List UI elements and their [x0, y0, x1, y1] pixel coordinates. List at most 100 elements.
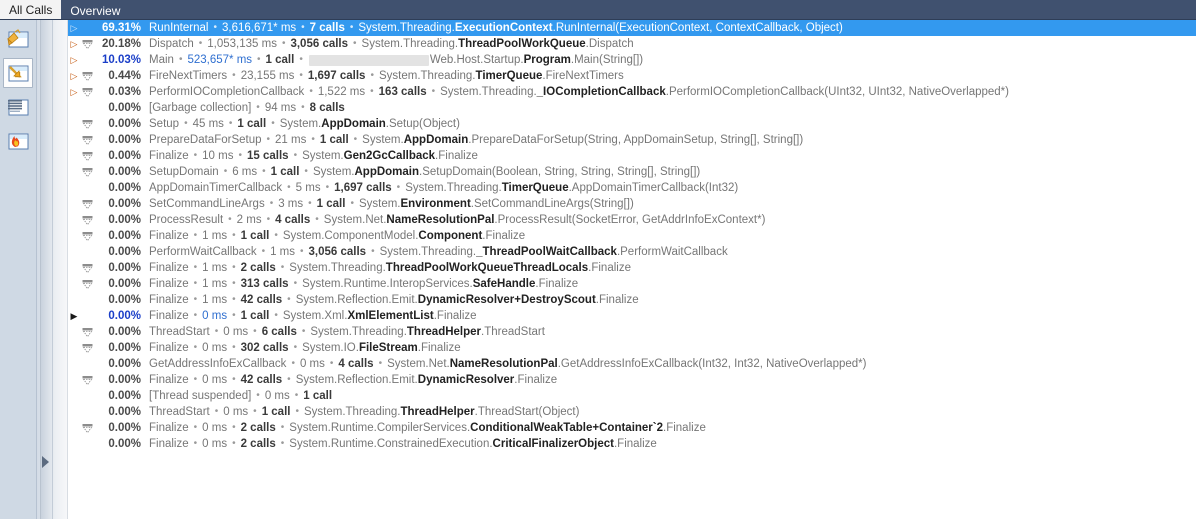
row-signature-member: .PerformWaitCallback — [616, 246, 728, 258]
row-duration: 2 ms — [236, 214, 262, 226]
call-list-row[interactable]: 0.00% PerformWaitCallback • 1 ms • 3,056 call… — [68, 244, 1196, 260]
separator-dot: • — [214, 406, 219, 417]
filter-funnel-icon[interactable] — [80, 343, 95, 354]
call-list-row[interactable]: 0.00% ThreadStart • 0 ms • 1 call • System.Thre… — [68, 404, 1196, 420]
separator-dot: • — [256, 390, 260, 401]
rail-button-flat-list[interactable] — [3, 92, 33, 122]
call-list-row[interactable]: 0.00% Finalize • 0 ms • 2 calls • System.Runtim… — [68, 420, 1196, 436]
row-call-count: 1 call — [270, 166, 300, 178]
row-signature-member: .Finalize — [433, 310, 477, 322]
row-details: AppDomainTimerCallback • 5 ms • 1,697 calls •… — [149, 180, 738, 196]
call-list-row[interactable]: 0.00% Finalize • 0 ms • 302 calls • System.IO. F… — [68, 340, 1196, 356]
call-list-row[interactable]: 0.00% Finalize • 1 ms • 2 calls • System.Thread… — [68, 260, 1196, 276]
call-list-row[interactable]: ▷ 0.44% FireNextTimers • 23,155 ms • 1,697 cal… — [68, 68, 1196, 84]
pane-splitter[interactable] — [40, 20, 91, 519]
row-signature-type: Gen2GcCallback — [343, 150, 436, 162]
call-list-row[interactable]: 0.00% ProcessResult • 2 ms • 4 calls • System.N… — [68, 212, 1196, 228]
expand-triangle-icon[interactable]: ▷ — [68, 84, 80, 100]
rail-button-callers-callees[interactable] — [3, 58, 33, 88]
filter-funnel-icon[interactable] — [80, 87, 95, 98]
expand-triangle-icon[interactable]: ▷ — [68, 20, 80, 36]
row-function-name: Finalize — [149, 262, 189, 274]
row-details: Finalize • 1 ms • 42 calls • System.Reflection… — [149, 292, 639, 308]
filter-funnel-icon[interactable] — [80, 231, 95, 242]
call-list-row[interactable]: ▷ 0.03% PerformIOCompletionCallback • 1,522 … — [68, 84, 1196, 100]
tab-strip: All Calls Overview — [0, 0, 1196, 20]
expand-triangle-icon[interactable]: ▷ — [68, 36, 80, 52]
call-list-row[interactable]: 0.00% Finalize • 1 ms • 42 calls • System.Refle… — [68, 292, 1196, 308]
filter-funnel-icon[interactable] — [80, 71, 95, 82]
call-list-row[interactable]: 0.00% [Thread suspended] • 0 ms • 1 call — [68, 388, 1196, 404]
call-list-row[interactable]: 0.00% Finalize • 1 ms • 313 calls • System.Runt… — [68, 276, 1196, 292]
call-list-row[interactable]: ▶ 0.00% Finalize • 0 ms • 1 call • System.Xml. Xm… — [68, 308, 1196, 324]
row-percent: 0.00% — [108, 438, 141, 450]
separator-dot: • — [300, 246, 304, 257]
call-list-row[interactable]: 0.00% SetCommandLineArgs • 3 ms • 1 call • Syst… — [68, 196, 1196, 212]
row-signature-type: AppDomain — [403, 134, 469, 146]
row-call-count: 313 calls — [240, 278, 289, 290]
call-list-row[interactable]: 0.00% Finalize • 0 ms • 2 calls • System.Runtim… — [68, 436, 1196, 452]
call-list-row[interactable]: 0.00% AppDomainTimerCallback • 5 ms • 1,697 c… — [68, 180, 1196, 196]
row-call-count: 1 call — [237, 118, 267, 130]
row-signature-type: TimerQueue — [501, 182, 569, 194]
expand-triangle-icon[interactable]: ▷ — [68, 68, 80, 84]
call-list[interactable]: ▷ 69.31% RunInternal • 3,616,671* ms • 7 calls… — [68, 20, 1196, 519]
row-function-name: Setup — [149, 118, 180, 130]
separator-dot: • — [184, 118, 188, 129]
call-list-row[interactable]: 0.00% PrepareDataForSetup • 21 ms • 1 call • Sy… — [68, 132, 1196, 148]
expand-triangle-icon[interactable]: ▷ — [68, 52, 80, 68]
row-percent: 0.00% — [108, 374, 141, 386]
separator-dot: • — [309, 86, 313, 97]
expand-pane-arrow-icon[interactable] — [42, 456, 49, 468]
filter-funnel-icon[interactable] — [80, 167, 95, 178]
separator-dot: • — [370, 86, 374, 97]
separator-dot: • — [266, 134, 271, 145]
filter-funnel-icon[interactable] — [80, 199, 95, 210]
separator-dot: • — [193, 342, 198, 353]
tab-all-calls[interactable]: All Calls — [0, 0, 62, 20]
separator-dot: • — [228, 118, 233, 129]
row-signature-member: .Finalize — [588, 262, 631, 274]
call-list-row[interactable]: ▷ 10.03% Main • 523,657* ms • 1 call • Web.Host.… — [68, 52, 1196, 68]
call-list-row[interactable]: 0.00% Finalize • 1 ms • 1 call • System.Compone… — [68, 228, 1196, 244]
call-list-row[interactable]: ▷ 69.31% RunInternal • 3,616,671* ms • 7 calls… — [68, 20, 1196, 36]
filter-funnel-icon[interactable] — [80, 135, 95, 146]
separator-dot: • — [198, 38, 203, 49]
row-signature-type: Environment — [400, 198, 471, 210]
rail-button-call-tree[interactable] — [3, 24, 33, 54]
row-percent: 0.00% — [108, 166, 141, 178]
separator-dot: • — [266, 214, 271, 225]
filter-funnel-icon[interactable] — [80, 215, 95, 226]
call-list-row[interactable]: ▷ 20.18% Dispatch • 1,053,135 ms • 3,056 calls… — [68, 36, 1196, 52]
call-list-row[interactable]: 0.00% Finalize • 10 ms • 15 calls • System. Gen2… — [68, 148, 1196, 164]
filter-funnel-icon[interactable] — [80, 279, 95, 290]
row-call-count: 1 call — [265, 54, 295, 66]
filter-funnel-icon[interactable] — [80, 151, 95, 162]
row-call-count: 2 calls — [240, 422, 276, 434]
filter-funnel-icon[interactable] — [80, 119, 95, 130]
row-function-name: AppDomainTimerCallback — [149, 182, 283, 194]
call-list-row[interactable]: 0.00% Setup • 45 ms • 1 call • System. AppDomain… — [68, 116, 1196, 132]
tab-overview[interactable]: Overview — [61, 2, 129, 20]
row-signature-namespace: System.Reflection.Emit. — [295, 374, 418, 386]
filter-funnel-icon[interactable] — [80, 39, 95, 50]
expand-triangle-filled-icon[interactable]: ▶ — [68, 308, 80, 324]
row-duration: 1,053,135 ms — [207, 38, 277, 50]
filter-funnel-icon[interactable] — [80, 375, 95, 386]
filter-funnel-icon[interactable] — [80, 327, 95, 338]
row-call-count: 4 calls — [338, 358, 374, 370]
filter-funnel-icon[interactable] — [80, 423, 95, 434]
row-function-name: PerformIOCompletionCallback — [149, 86, 305, 98]
call-list-row[interactable]: 0.00% SetupDomain • 6 ms • 1 call • System. AppD… — [68, 164, 1196, 180]
row-call-count: 15 calls — [247, 150, 289, 162]
call-list-row[interactable]: 0.00% Finalize • 0 ms • 42 calls • System.Refle… — [68, 372, 1196, 388]
row-signature-namespace: System. — [358, 198, 401, 210]
separator-dot: • — [311, 134, 315, 145]
call-list-row[interactable]: 0.00% GetAddressInfoExCallback • 0 ms • 4 cal… — [68, 356, 1196, 372]
call-list-row[interactable]: 0.00% [Garbage collection] • 94 ms • 8 calls — [68, 100, 1196, 116]
filter-funnel-icon[interactable] — [80, 263, 95, 274]
rail-button-hot-spots[interactable] — [3, 126, 33, 156]
row-duration: 0 ms — [299, 358, 325, 370]
call-list-row[interactable]: 0.00% ThreadStart • 0 ms • 6 calls • System.Thr… — [68, 324, 1196, 340]
row-signature-namespace: System.Threading. — [358, 22, 455, 34]
